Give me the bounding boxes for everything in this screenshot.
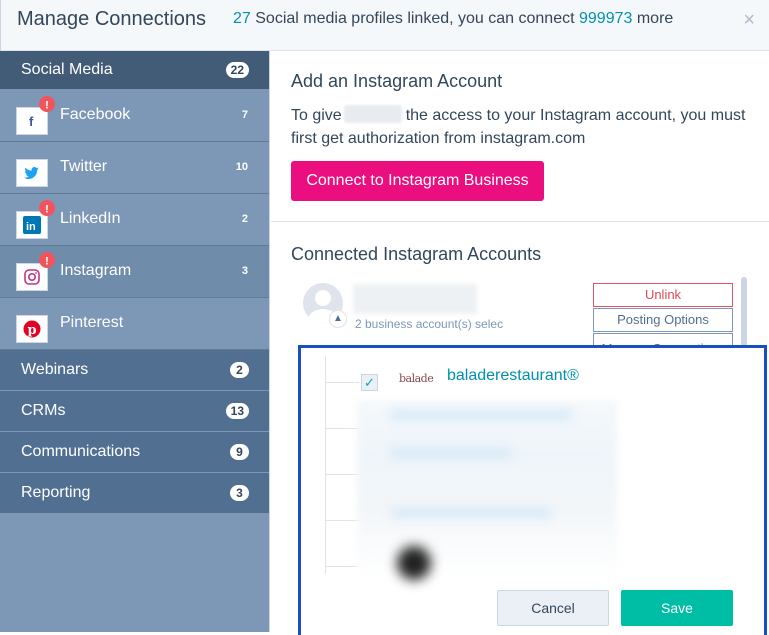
remaining-count: 999973 (579, 10, 633, 27)
remaining-text: more (636, 10, 674, 27)
posting-options-button[interactable]: Posting Options (593, 308, 733, 332)
item-count: 7 (241, 109, 248, 121)
cancel-button[interactable]: Cancel (497, 590, 609, 626)
account-logo: balade (399, 372, 434, 385)
sidebar-item-label: Reporting (21, 484, 91, 501)
sidebar-item-twitter[interactable]: Twitter 10 (0, 142, 269, 194)
sidebar-item-label: Webinars (21, 361, 89, 378)
tree-branch (325, 520, 359, 521)
tree-branch (325, 566, 359, 567)
svg-text:in: in (26, 221, 36, 233)
redacted-line (391, 410, 571, 420)
add-account-title: Add an Instagram Account (291, 71, 503, 91)
sidebar-item-pinterest[interactable]: p Pinterest (0, 298, 269, 350)
sidebar-item-label: CRMs (21, 402, 66, 419)
tree-line (325, 356, 326, 574)
main-panel: Add an Instagram Account To give the acce… (271, 51, 769, 635)
sidebar-item-communications[interactable]: Communications 9 (0, 432, 269, 473)
account-name[interactable]: baladerestaurant® (447, 367, 579, 385)
svg-text:p: p (27, 323, 36, 338)
sidebar: Social Media 22 f ! Facebook 7 Twitter 1… (0, 51, 270, 632)
pinterest-icon: p (16, 315, 48, 343)
svg-text:!: ! (45, 100, 49, 112)
svg-text:!: ! (45, 256, 49, 268)
tree-branch (325, 474, 359, 475)
sidebar-item-facebook[interactable]: f ! Facebook 7 (0, 90, 269, 142)
unlink-button[interactable]: Unlink (593, 283, 733, 307)
redacted-avatar (397, 546, 431, 580)
sidebar-item-crms[interactable]: CRMs 13 (0, 391, 269, 432)
save-button[interactable]: Save (621, 590, 733, 626)
business-accounts-panel: ✓ balade baladerestaurant® Cancel Save (298, 345, 767, 635)
sidebar-item-label: Communications (21, 443, 141, 460)
redacted-name (343, 105, 402, 123)
linked-count: 27 (233, 10, 251, 27)
redacted-line (391, 448, 511, 458)
redacted-accounts-list (357, 400, 617, 578)
redacted-account-name (353, 284, 477, 314)
warning-icon: ! (39, 96, 55, 112)
sidebar-item-social-media[interactable]: Social Media 22 (0, 51, 269, 90)
chevron-up-icon[interactable]: ▲ (329, 310, 347, 328)
linked-text: Social media profiles linked, you can co… (255, 10, 575, 27)
sidebar-item-label: Facebook (60, 106, 131, 123)
sidebar-item-instagram[interactable]: ! Instagram 3 (0, 246, 269, 298)
description-start: To give (291, 107, 342, 124)
count-badge: 2 (230, 362, 249, 378)
add-account-description: To give the access to your Instagram acco… (291, 104, 761, 150)
sidebar-item-label: Pinterest (60, 314, 124, 331)
svg-text:f: f (29, 114, 34, 128)
count-badge: 3 (230, 485, 249, 501)
sidebar-item-label: LinkedIn (60, 210, 121, 227)
sidebar-item-webinars[interactable]: Webinars 2 (0, 350, 269, 391)
sidebar-item-reporting[interactable]: Reporting 3 (0, 473, 269, 514)
connect-instagram-button[interactable]: Connect to Instagram Business (291, 161, 544, 201)
redacted-line (391, 508, 551, 518)
warning-icon: ! (39, 252, 55, 268)
svg-text:!: ! (45, 204, 49, 216)
count-badge: 13 (225, 403, 249, 419)
sidebar-item-label: Twitter (60, 158, 108, 175)
item-count: 2 (241, 213, 248, 225)
modal-header: Manage Connections 27 Social media profi… (0, 0, 769, 51)
item-count: 10 (235, 161, 248, 173)
count-badge: 9 (230, 444, 249, 460)
connected-accounts-title: Connected Instagram Accounts (291, 244, 542, 264)
sidebar-item-label: Instagram (60, 262, 132, 279)
close-icon[interactable]: × (743, 9, 755, 32)
count-badge: 22 (225, 62, 249, 78)
sidebar-item-label: Social Media (21, 61, 113, 78)
modal-title: Manage Connections (17, 8, 207, 30)
business-account-count: 2 business account(s) select (355, 317, 503, 331)
twitter-icon (16, 159, 48, 187)
section-divider (271, 221, 769, 222)
account-checkbox[interactable]: ✓ (361, 374, 378, 391)
warning-icon: ! (39, 200, 55, 216)
tree-branch (325, 428, 359, 429)
item-count: 3 (241, 265, 248, 277)
sidebar-item-linkedin[interactable]: in ! LinkedIn 2 (0, 194, 269, 246)
connection-summary: 27 Social media profiles linked, you can… (233, 10, 673, 28)
tree-branch (325, 382, 359, 383)
